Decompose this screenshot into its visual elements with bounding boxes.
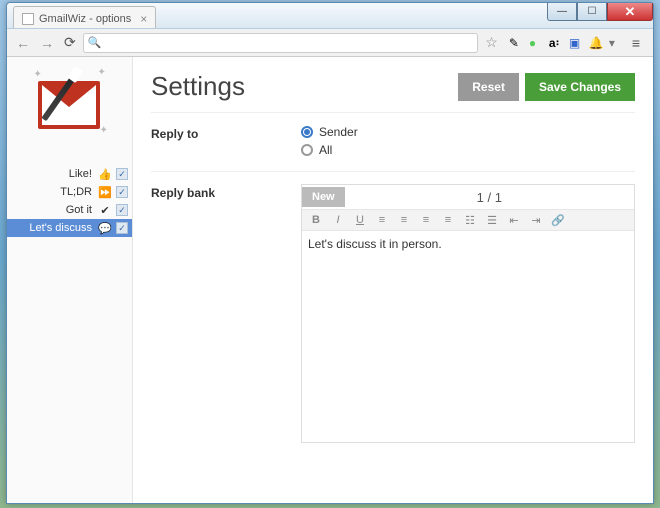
pager: 1 / 1: [345, 190, 634, 205]
tab-title: GmailWiz - options: [39, 13, 131, 25]
sidebar-item[interactable]: Let's discuss 💬 ✓: [7, 219, 132, 237]
sidebar-item-checkbox[interactable]: ✓: [116, 222, 128, 234]
section-label: Reply bank: [151, 184, 301, 443]
ext-bell-icon[interactable]: 🔔: [589, 36, 603, 50]
close-tab-icon[interactable]: ×: [140, 12, 147, 26]
ext-wifi-icon[interactable]: ▾: [609, 36, 623, 50]
browser-window: GmailWiz - options × — ☐ ✕ ← → ⟳ 🔍 ☆ ✎ ●…: [6, 2, 654, 504]
editor-toolbar: B I U ≡ ≡ ≡ ≡ ☷ ☰ ⇤ ⇥ 🔗: [302, 209, 634, 231]
underline-button[interactable]: U: [352, 214, 368, 226]
fast-forward-icon: ⏩: [98, 186, 112, 199]
reply-to-option[interactable]: All: [301, 143, 635, 157]
sidebar-item-label: Let's discuss: [7, 222, 94, 234]
page-title: Settings: [151, 71, 458, 102]
reload-button[interactable]: ⟳: [61, 32, 79, 53]
editor-topbar: New 1 / 1: [302, 185, 634, 209]
search-icon: 🔍: [88, 36, 102, 49]
align-left-button[interactable]: ≡: [374, 214, 390, 226]
extension-icons: ✎ ● a꞉ ▣ 🔔 ▾ ≡: [505, 33, 647, 53]
sidebar-item[interactable]: Got it ✔ ✓: [7, 201, 132, 219]
speech-icon: 💬: [98, 222, 112, 235]
forward-button[interactable]: →: [37, 33, 57, 53]
reset-button[interactable]: Reset: [458, 73, 519, 101]
align-right-button[interactable]: ≡: [418, 214, 434, 226]
sidebar-item-checkbox[interactable]: ✓: [116, 204, 128, 216]
indent-button[interactable]: ⇥: [528, 214, 544, 227]
thumb-up-icon: 👍: [98, 168, 112, 181]
reply-bank-body: New 1 / 1 B I U ≡ ≡ ≡ ≡ ☷ ☰: [301, 184, 635, 443]
back-button[interactable]: ←: [13, 33, 33, 53]
close-window-button[interactable]: ✕: [607, 3, 653, 21]
check-icon: ✔: [98, 204, 112, 217]
page-icon: [22, 13, 34, 25]
sidebar-item-label: Got it: [7, 204, 94, 216]
browser-tab[interactable]: GmailWiz - options ×: [13, 6, 156, 28]
ext-pencil-icon[interactable]: ✎: [509, 36, 523, 50]
maximize-button[interactable]: ☐: [577, 3, 607, 21]
sidebar-item-checkbox[interactable]: ✓: [116, 186, 128, 198]
sidebar-item[interactable]: Like! 👍 ✓: [7, 165, 132, 183]
bookmark-icon[interactable]: ☆: [482, 32, 501, 53]
section-reply-bank: Reply bank New 1 / 1 B I U ≡ ≡: [151, 171, 635, 453]
editor-textarea[interactable]: [302, 231, 634, 439]
address-bar: ← → ⟳ 🔍 ☆ ✎ ● a꞉ ▣ 🔔 ▾ ≡: [7, 29, 653, 57]
ext-a-icon[interactable]: a꞉: [549, 36, 563, 50]
reply-list: Like! 👍 ✓ TL;DR ⏩ ✓ Got it ✔ ✓ Let's discuss 💬 ✓: [7, 165, 132, 237]
sidebar-item-checkbox[interactable]: ✓: [116, 168, 128, 180]
save-button[interactable]: Save Changes: [525, 73, 635, 101]
reply-to-option[interactable]: Sender: [301, 125, 635, 139]
reply-to-options: Sender All: [301, 125, 635, 161]
section-reply-to: Reply to Sender All: [151, 112, 635, 171]
app-logo: ✦ ✦ ✦: [28, 63, 112, 147]
list-ul-button[interactable]: ☰: [484, 214, 500, 227]
list-ol-button[interactable]: ☷: [462, 214, 478, 227]
radio-icon: [301, 126, 313, 138]
sidebar-item-label: TL;DR: [7, 186, 94, 198]
editor: New 1 / 1 B I U ≡ ≡ ≡ ≡ ☷ ☰: [301, 184, 635, 443]
radio-icon: [301, 144, 313, 156]
italic-button[interactable]: I: [330, 214, 346, 226]
sidebar: ✦ ✦ ✦ Like!👍✓TL;DR⏩✓Got it✔✓Let's discus…: [7, 57, 132, 503]
new-button[interactable]: New: [302, 187, 345, 207]
ext-green-dot-icon[interactable]: ●: [529, 36, 543, 50]
bold-button[interactable]: B: [308, 214, 324, 226]
align-center-button[interactable]: ≡: [396, 214, 412, 226]
radio-label: Sender: [319, 125, 358, 139]
align-justify-button[interactable]: ≡: [440, 214, 456, 226]
main-panel: Settings Reset Save Changes Reply to Sen…: [132, 57, 653, 503]
section-label: Reply to: [151, 125, 301, 161]
header: Settings Reset Save Changes: [151, 71, 635, 102]
sidebar-item-label: Like!: [7, 168, 94, 180]
titlebar: GmailWiz - options × — ☐ ✕: [7, 3, 653, 29]
radio-label: All: [319, 143, 332, 157]
menu-icon[interactable]: ≡: [629, 33, 643, 53]
omnibox[interactable]: 🔍: [83, 33, 479, 53]
page-content: ✦ ✦ ✦ Like!👍✓TL;DR⏩✓Got it✔✓Let's discus…: [7, 57, 653, 503]
link-button[interactable]: 🔗: [550, 214, 566, 227]
ext-box-icon[interactable]: ▣: [569, 36, 583, 50]
window-controls: — ☐ ✕: [547, 3, 653, 21]
outdent-button[interactable]: ⇤: [506, 214, 522, 227]
minimize-button[interactable]: —: [547, 3, 577, 21]
sidebar-item[interactable]: TL;DR ⏩ ✓: [7, 183, 132, 201]
